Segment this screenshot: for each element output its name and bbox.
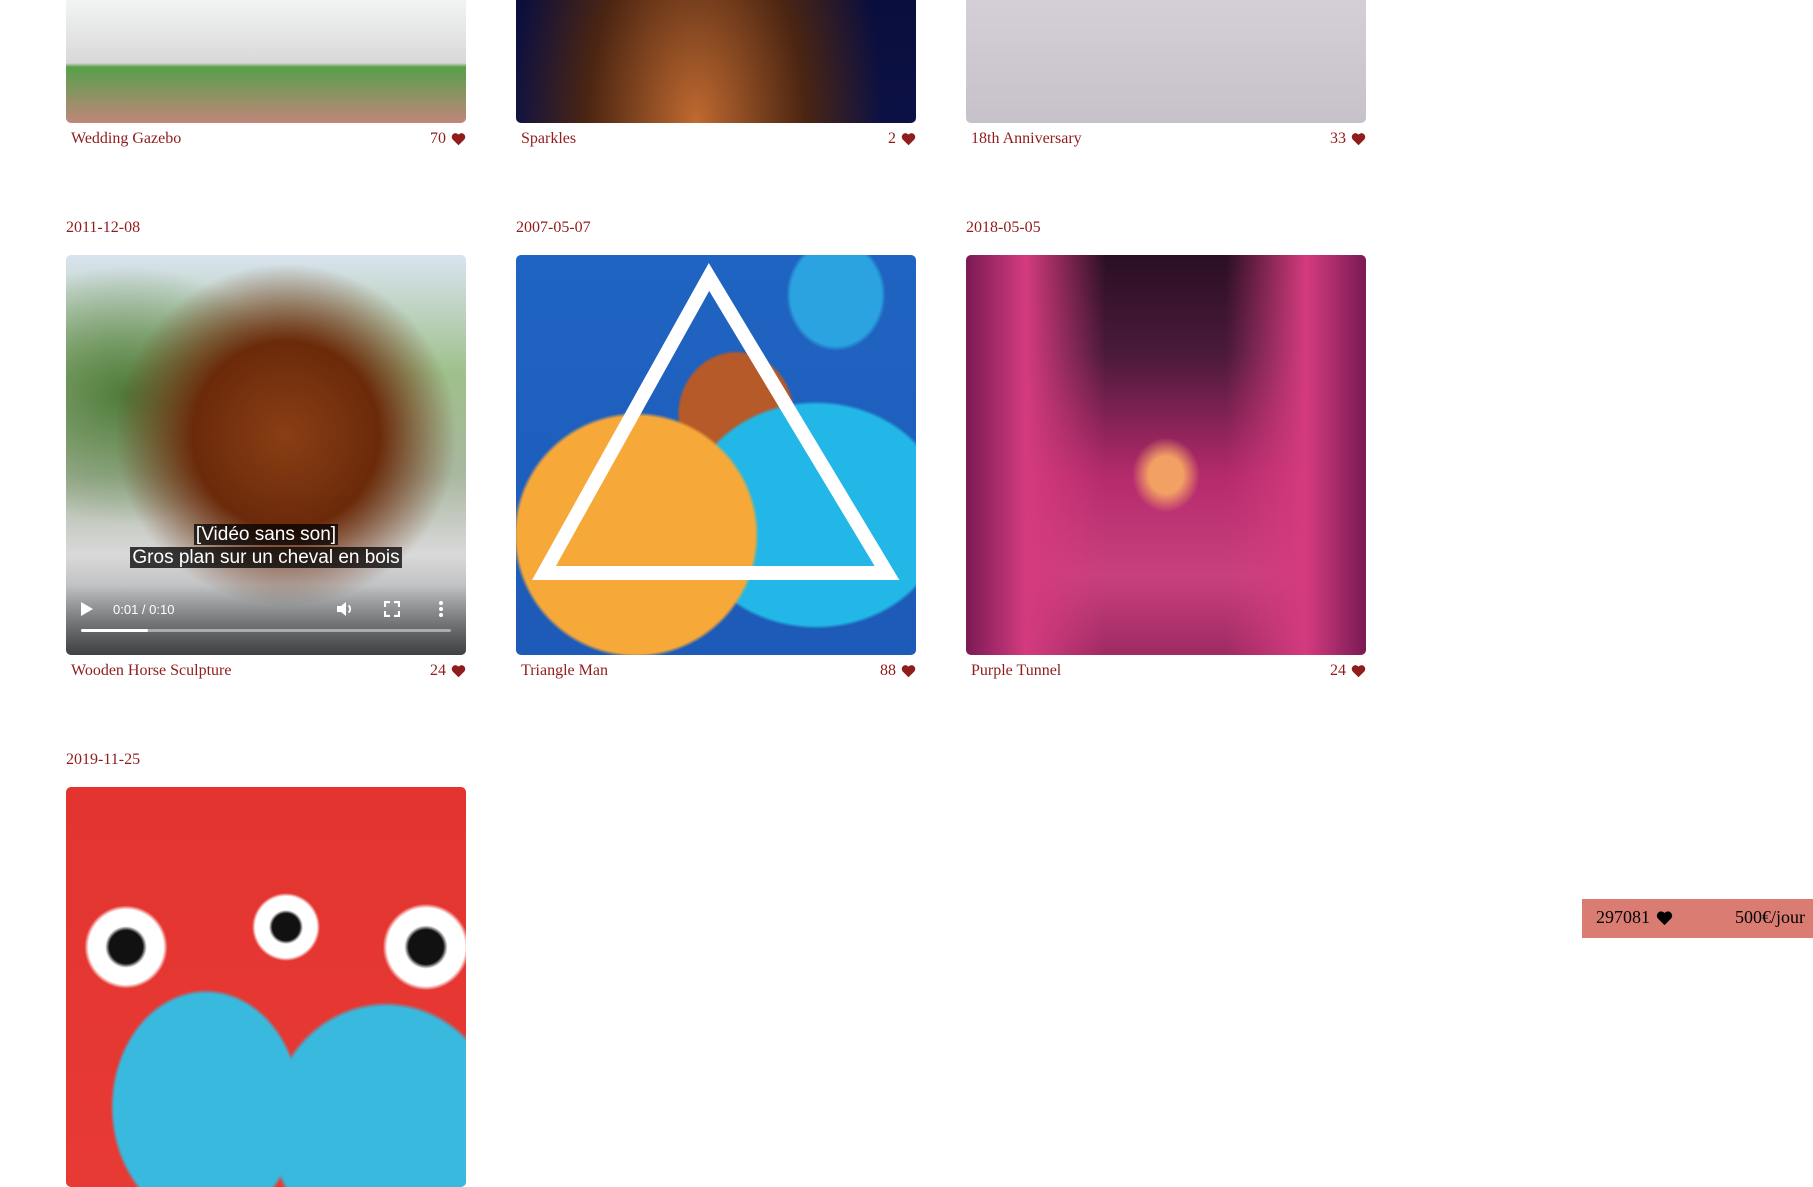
like-button[interactable]: 70 [430, 130, 466, 148]
heart-icon [1351, 133, 1366, 146]
play-icon[interactable] [80, 601, 94, 617]
heart-icon [451, 665, 466, 678]
media-title: 18th Anniversary [971, 130, 1082, 147]
subtitle-line-1: [Vidéo sans son] [193, 524, 339, 545]
media-18th-anniversary[interactable] [966, 0, 1366, 123]
video-progress-fill [81, 629, 148, 632]
media-birds-mural[interactable] [66, 787, 466, 1187]
media-sparkles[interactable] [516, 0, 916, 123]
like-button[interactable]: 88 [880, 662, 916, 680]
media-date: 2019-11-25 [66, 751, 141, 768]
video-time: 0:01 / 0:10 [113, 602, 175, 617]
media-date: 2018-05-05 [966, 219, 1041, 236]
like-button[interactable]: 2 [888, 130, 916, 148]
heart-icon [901, 665, 916, 678]
like-button[interactable]: 24 [430, 662, 466, 680]
video-controls: 0:01 / 0:10 [66, 585, 466, 655]
daily-rate: 500€/jour [1735, 907, 1805, 927]
like-button[interactable]: 24 [1330, 662, 1366, 680]
media-wedding-gazebo[interactable] [66, 0, 466, 123]
media-triangle-man[interactable] [516, 255, 916, 655]
caption-triangle-man: Triangle Man 88 [516, 662, 916, 682]
like-count: 24 [430, 662, 446, 679]
subtitle-line-2: Gros plan sur un cheval en bois [130, 547, 402, 568]
media-title: Wooden Horse Sculpture [71, 662, 232, 679]
heart-icon [901, 133, 916, 146]
heart-icon [1351, 665, 1366, 678]
like-button[interactable]: 33 [1330, 130, 1366, 148]
likes-summary-bar: 297081 500€/jour [1582, 899, 1813, 938]
total-likes: 297081 [1596, 907, 1673, 928]
like-count: 33 [1330, 130, 1346, 147]
video-wooden-horse[interactable]: [Vidéo sans son] Gros plan sur un cheval… [66, 255, 466, 655]
volume-icon[interactable] [336, 600, 354, 618]
media-title: Purple Tunnel [971, 662, 1062, 679]
like-count: 70 [430, 130, 446, 147]
triangle-artwork [532, 263, 900, 580]
like-count: 88 [880, 662, 896, 679]
heart-icon [451, 133, 466, 146]
like-count: 2 [888, 130, 896, 147]
total-likes-count: 297081 [1596, 907, 1650, 927]
caption-purple-tunnel: Purple Tunnel 24 [966, 662, 1366, 682]
caption-18th-anniversary: 18th Anniversary 33 [966, 130, 1366, 150]
media-date: 2007-05-07 [516, 219, 591, 236]
caption-sparkles: Sparkles 2 [516, 130, 916, 150]
media-title: Triangle Man [521, 662, 608, 679]
video-subtitles: [Vidéo sans son] Gros plan sur un cheval… [66, 523, 466, 569]
media-purple-tunnel[interactable] [966, 255, 1366, 655]
fullscreen-icon[interactable] [384, 601, 400, 617]
caption-wedding-gazebo: Wedding Gazebo 70 [66, 130, 466, 150]
video-progress-track[interactable] [81, 629, 451, 632]
more-options-icon[interactable] [438, 600, 444, 618]
caption-wooden-horse: Wooden Horse Sculpture 24 [66, 662, 466, 682]
media-title: Sparkles [521, 130, 577, 147]
like-count: 24 [1330, 662, 1346, 679]
heart-icon [1656, 910, 1673, 925]
media-date: 2011-12-08 [66, 219, 141, 236]
media-title: Wedding Gazebo [71, 130, 182, 147]
